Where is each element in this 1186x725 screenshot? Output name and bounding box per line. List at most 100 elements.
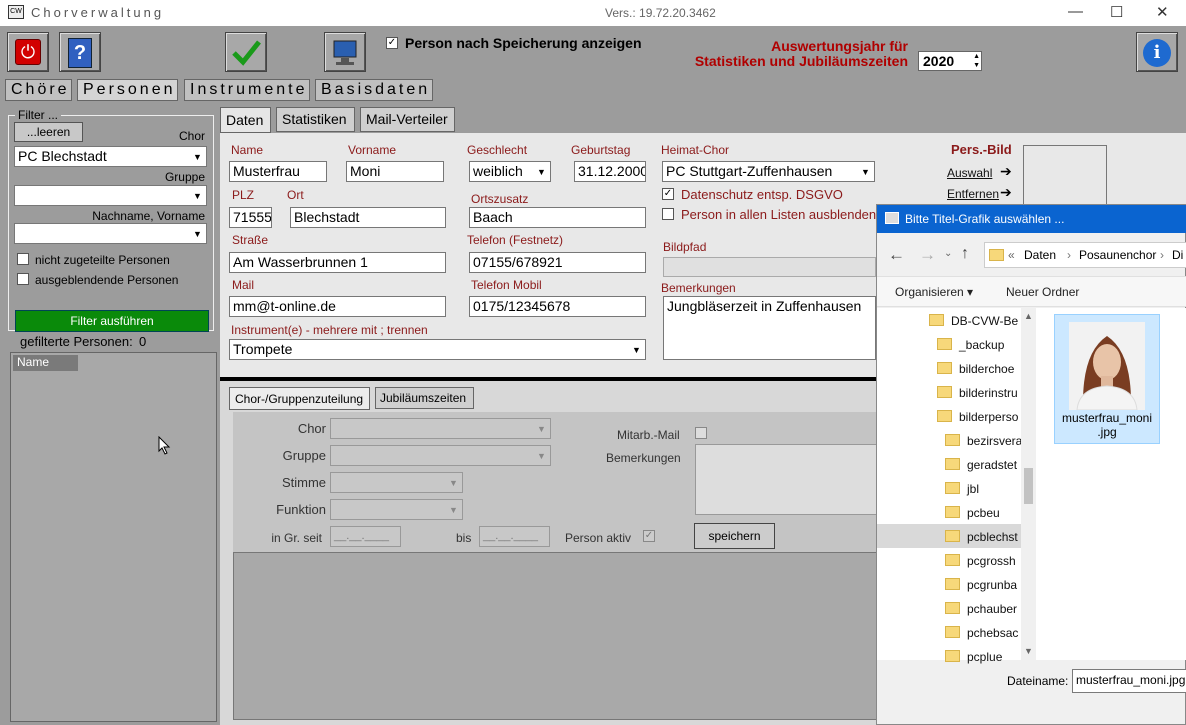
path-overflow[interactable]: « — [1008, 248, 1015, 262]
clear-filter-button[interactable]: ...leeren — [14, 122, 83, 142]
filename-input[interactable]: musterfrau_moni.jpg — [1072, 669, 1186, 693]
up-arrow-icon[interactable]: ↑ — [961, 245, 969, 263]
file-item[interactable]: musterfrau_moni .jpg — [1054, 314, 1160, 444]
strasse-input[interactable]: Am Wasserbrunnen 1 — [229, 252, 446, 273]
tree-item[interactable]: pcblechst — [945, 528, 1021, 546]
close-button[interactable]: ✕ — [1156, 3, 1169, 21]
save-button[interactable] — [225, 32, 267, 72]
scroll-up-icon[interactable]: ▲ — [1024, 311, 1033, 321]
subtab-statistiken[interactable]: Statistiken — [276, 107, 355, 132]
year-label-2: Statistiken und Jubiläumszeiten — [694, 53, 908, 69]
filter-name-select[interactable]: ▼ — [14, 223, 207, 244]
name-input[interactable]: Musterfrau — [229, 161, 327, 182]
tab-basisdaten[interactable]: Basisdaten — [315, 79, 433, 101]
forward-arrow-icon[interactable]: → — [919, 245, 936, 265]
scroll-down-icon[interactable]: ▼ — [1024, 646, 1033, 656]
instrument-select[interactable]: Trompete ▼ — [229, 339, 646, 360]
filter-gruppe-select[interactable]: ▼ — [14, 185, 207, 206]
run-filter-button[interactable]: Filter ausführen — [15, 310, 209, 332]
tab-choere[interactable]: Chöre — [5, 79, 72, 101]
ort-input[interactable]: Blechstadt — [290, 207, 446, 228]
tree-item[interactable]: pcbeu — [945, 504, 1021, 522]
assignment-list[interactable] — [233, 552, 880, 720]
geschlecht-select[interactable]: weiblich ▼ — [469, 161, 551, 182]
list-header-name[interactable]: Name — [13, 355, 78, 371]
help-button[interactable]: ? — [59, 32, 101, 72]
year-value: 2020 — [923, 53, 955, 69]
tree-item[interactable]: bilderperso — [937, 408, 1021, 426]
subtab-daten[interactable]: Daten — [220, 107, 271, 133]
tree-item[interactable]: pcplue — [945, 648, 1021, 666]
path-di[interactable]: Di — [1172, 248, 1183, 262]
filter-chor-select[interactable]: PC Blechstadt ▼ — [14, 146, 207, 167]
subtab-zuteilung[interactable]: Chor-/Gruppenzuteilung — [229, 387, 370, 410]
tree-item[interactable]: pcgrossh — [945, 552, 1021, 570]
dsgvo-checkbox[interactable]: ✓ — [662, 188, 674, 200]
folder-icon — [945, 506, 960, 518]
minimize-button[interactable]: — — [1068, 3, 1083, 20]
address-bar[interactable]: « Daten › Posaunenchor › Di — [984, 242, 1186, 268]
tree-item-label: pcgrunba — [967, 578, 1018, 592]
bis-input[interactable]: __.__.____ — [479, 526, 550, 547]
back-arrow-icon[interactable]: ← — [888, 245, 905, 265]
path-separator: › — [1160, 248, 1164, 262]
organize-menu[interactable]: Organisieren ▾ — [895, 285, 973, 299]
mouse-cursor-icon — [158, 436, 171, 455]
geburtstag-input[interactable]: 31.12.2000 — [574, 161, 646, 182]
seit-input[interactable]: __.__.____ — [330, 526, 401, 547]
assignment-bemerk-textarea[interactable] — [695, 444, 880, 515]
stimme-select[interactable]: ▼ — [330, 472, 463, 493]
vorname-input[interactable]: Moni — [346, 161, 444, 182]
info-button[interactable]: i — [1136, 32, 1178, 72]
telefon-input[interactable]: 07155/678921 — [469, 252, 646, 273]
funktion-select[interactable]: ▼ — [330, 499, 463, 520]
filtered-count: 0 — [139, 334, 147, 349]
save-assignment-button[interactable]: speichern — [694, 523, 775, 549]
tree-item[interactable]: pcgrunba — [945, 576, 1021, 594]
tree-item[interactable]: _backup — [937, 336, 1021, 354]
maximize-button[interactable]: ☐ — [1110, 3, 1123, 21]
hidden-checkbox[interactable] — [17, 273, 29, 285]
ortszusatz-input[interactable]: Baach — [469, 207, 646, 228]
tree-scrollbar[interactable]: ▲ ▼ — [1021, 308, 1036, 660]
show-after-save-checkbox[interactable]: ✓ — [386, 37, 398, 49]
tree-item[interactable]: geradstet — [945, 456, 1021, 474]
mail-input[interactable]: mm@t-online.de — [229, 296, 446, 317]
tab-personen[interactable]: Personen — [77, 79, 178, 101]
mitarb-mail-checkbox[interactable] — [695, 427, 707, 439]
tree-item[interactable]: bilderchoe — [937, 360, 1021, 378]
tab-instrumente[interactable]: Instrumente — [184, 79, 310, 101]
tree-item[interactable]: pchebsac — [945, 624, 1021, 642]
tree-item[interactable]: DB-CVW-Be — [929, 312, 1021, 330]
person-list[interactable]: Name — [10, 352, 217, 722]
new-folder-button[interactable]: Neuer Ordner — [1006, 285, 1079, 299]
tree-item[interactable]: jbl — [945, 480, 1021, 498]
bild-entfernen-link[interactable]: Entfernen — [947, 187, 999, 201]
folder-icon — [937, 362, 952, 374]
tree-item-label: DB-CVW-Be — [951, 314, 1019, 328]
power-button[interactable]: ⏻ — [7, 32, 49, 72]
scroll-thumb[interactable] — [1024, 468, 1033, 504]
path-daten[interactable]: Daten — [1024, 248, 1056, 262]
tree-item[interactable]: pchauber — [945, 600, 1021, 618]
plz-input[interactable]: 71555 — [229, 207, 272, 228]
subtab-mail-verteiler[interactable]: Mail-Verteiler — [360, 107, 455, 132]
bildpfad-input[interactable] — [663, 257, 876, 277]
gruppe-select[interactable]: ▼ — [330, 445, 551, 466]
bild-auswahl-link[interactable]: Auswahl — [947, 166, 992, 180]
unassigned-checkbox[interactable] — [17, 253, 29, 265]
tree-item[interactable]: bilderinstru — [937, 384, 1021, 402]
chor-select[interactable]: ▼ — [330, 418, 551, 439]
chevron-down-icon[interactable]: ⌄ — [944, 248, 952, 259]
path-posaunenchor[interactable]: Posaunenchor — [1079, 248, 1156, 262]
subtab-jubilaeum[interactable]: Jubiläumszeiten — [375, 387, 474, 409]
aktiv-checkbox[interactable]: ✓ — [643, 530, 655, 542]
tree-item[interactable]: bezirsvera — [945, 432, 1021, 450]
year-spinner[interactable]: 2020 ▲ ▼ — [918, 51, 982, 71]
mobil-input[interactable]: 0175/12345678 — [469, 296, 646, 317]
heimat-chor-select[interactable]: PC Stuttgart-Zuffenhausen ▼ — [662, 161, 875, 182]
hide-person-checkbox[interactable] — [662, 208, 674, 220]
spinner-arrows-icon[interactable]: ▲ ▼ — [973, 52, 980, 70]
bemerkungen-textarea[interactable]: Jungbläserzeit in Zuffenhausen — [663, 296, 876, 360]
monitor-button[interactable] — [324, 32, 366, 72]
